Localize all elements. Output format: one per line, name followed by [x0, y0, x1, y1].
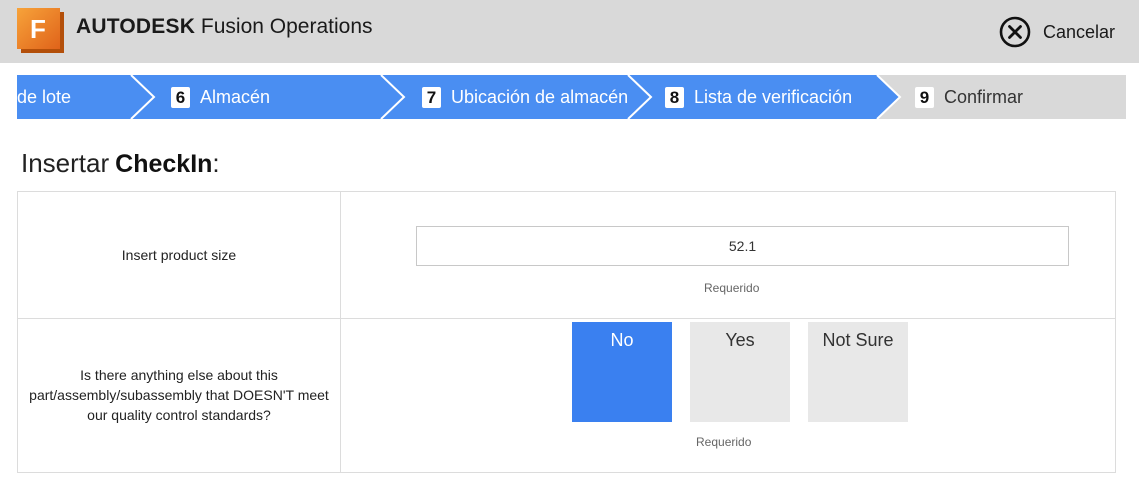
app-header: F AUTODESK Fusion Operations Cancelar — [0, 0, 1139, 63]
step-label: Almacén — [200, 86, 271, 107]
step-batch[interactable]: de lote — [17, 75, 71, 119]
step-warehouse[interactable]: 6 Almacén — [171, 75, 270, 119]
answer-cell: No Yes Not Sure Requerido — [341, 318, 1115, 472]
fusion-logo-icon: F — [17, 8, 64, 53]
step-number: 7 — [422, 86, 441, 108]
step-number: 9 — [915, 86, 934, 108]
question-text: Insert product size — [121, 247, 237, 263]
step-checklist[interactable]: 8 Lista de verificación — [665, 75, 852, 119]
question-text: Is there anything else about this part/a… — [29, 367, 329, 423]
product-size-input[interactable]: 52.1 — [416, 226, 1069, 266]
title-prefix: Insertar — [21, 148, 110, 178]
table-row: Is there anything else about this part/a… — [18, 318, 1115, 472]
title-checklist-name: CheckIn — [115, 150, 213, 178]
wizard-stepper: de lote 6 Almacén 7 Ubicación de almacén… — [17, 75, 1126, 119]
step-label: Lista de verificación — [694, 86, 853, 107]
step-number: 8 — [665, 86, 684, 108]
title-suffix: : — [212, 148, 220, 178]
logo-letter: F — [30, 14, 46, 44]
step-number: 6 — [171, 86, 190, 108]
step-label: de lote — [17, 86, 72, 107]
option-no-button[interactable]: No — [572, 322, 672, 422]
answer-cell: 52.1 Requerido — [341, 192, 1115, 318]
brand-product: Fusion Operations — [200, 15, 373, 38]
option-yes-button[interactable]: Yes — [690, 322, 790, 422]
page-title: Insertar CheckIn: — [21, 148, 220, 179]
required-label: Requerido — [704, 281, 760, 295]
brand-company: AUTODESK — [76, 15, 196, 38]
option-not-sure-button[interactable]: Not Sure — [808, 322, 908, 422]
step-label: Ubicación de almacén — [451, 86, 629, 107]
required-label: Requerido — [696, 435, 752, 449]
brand-title: AUTODESK Fusion Operations — [76, 15, 373, 39]
cancel-label: Cancelar — [1043, 21, 1116, 42]
cancel-button[interactable]: Cancelar — [999, 15, 1115, 49]
step-confirm[interactable]: 9 Confirmar — [915, 75, 1023, 119]
step-warehouse-location[interactable]: 7 Ubicación de almacén — [422, 75, 628, 119]
step-label: Confirmar — [944, 86, 1024, 107]
checklist-table: Insert product size 52.1 Requerido Is th… — [17, 191, 1116, 473]
table-row: Insert product size 52.1 Requerido — [18, 192, 1115, 319]
question-cell: Insert product size — [18, 192, 341, 318]
close-circle-icon — [999, 16, 1031, 48]
question-cell: Is there anything else about this part/a… — [18, 318, 341, 472]
